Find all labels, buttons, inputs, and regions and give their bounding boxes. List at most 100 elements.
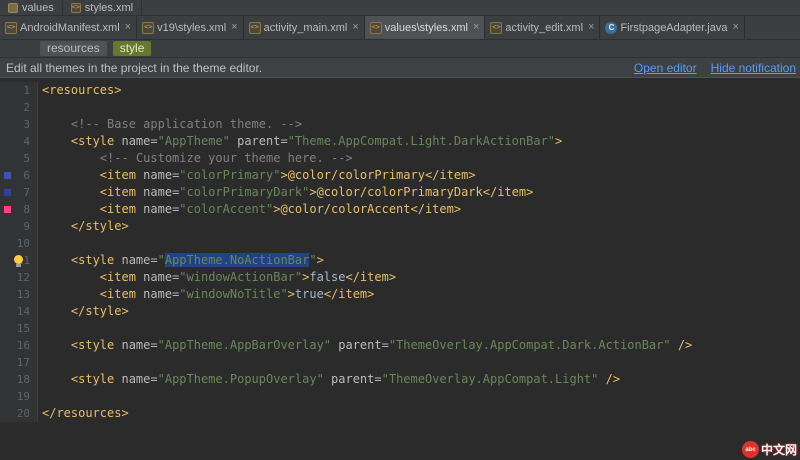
- gutter-cell: 5: [0, 150, 38, 167]
- code-text[interactable]: [38, 320, 42, 337]
- code-line: 17: [0, 354, 800, 371]
- gutter-cell: 6: [0, 167, 38, 184]
- editor-tab[interactable]: <>activity_main.xml ×: [244, 16, 365, 39]
- gutter-cell: 10: [0, 235, 38, 252]
- code-text[interactable]: <!-- Base application theme. -->: [38, 116, 302, 133]
- editor-tab[interactable]: <>v19\styles.xml×: [137, 16, 244, 39]
- code-text[interactable]: </resources>: [38, 405, 129, 422]
- tab-close-icon[interactable]: ×: [473, 22, 479, 33]
- code-text[interactable]: <style name="AppTheme.AppBarOverlay" par…: [38, 337, 692, 354]
- xml-file-icon: <>: [490, 22, 502, 34]
- tab-close-icon[interactable]: ×: [352, 22, 358, 33]
- gutter-cell: 7: [0, 184, 38, 201]
- code-line: 9 </style>: [0, 218, 800, 235]
- gutter-cell: 13: [0, 286, 38, 303]
- intention-bulb-icon[interactable]: [14, 255, 23, 264]
- package-icon: [8, 3, 18, 13]
- editor-tab-bar: <>AndroidManifest.xml×<>v19\styles.xml×<…: [0, 16, 800, 40]
- code-text[interactable]: [38, 388, 42, 405]
- breadcrumb-item-styles-xml[interactable]: <> styles.xml: [63, 0, 142, 15]
- notification-actions: Open editor Hide notification: [634, 61, 796, 75]
- gutter-cell: 9: [0, 218, 38, 235]
- editor-tab[interactable]: <>activity_edit.xml ×: [485, 16, 600, 39]
- line-number: 10: [17, 237, 30, 250]
- gutter-cell: 8: [0, 201, 38, 218]
- gutter-cell: 2: [0, 99, 38, 116]
- code-text[interactable]: <!-- Customize your theme here. -->: [38, 150, 353, 167]
- code-text[interactable]: <item name="colorPrimaryDark">@color/col…: [38, 184, 533, 201]
- tab-label: activity_main.xml: [264, 22, 348, 34]
- watermark-logo: abc 中文网: [742, 441, 797, 458]
- line-number: 7: [23, 186, 30, 199]
- xml-file-icon: <>: [249, 22, 261, 34]
- code-text[interactable]: [38, 99, 42, 116]
- line-number: 13: [17, 288, 30, 301]
- color-swatch-icon[interactable]: [4, 206, 11, 213]
- code-line: 8 <item name="colorAccent">@color/colorA…: [0, 201, 800, 218]
- line-number: 6: [23, 169, 30, 182]
- tab-close-icon[interactable]: ×: [231, 22, 237, 33]
- tab-close-icon[interactable]: ×: [588, 22, 594, 33]
- line-number: 17: [17, 356, 30, 369]
- code-text[interactable]: </style>: [38, 218, 129, 235]
- breadcrumb-chip-style[interactable]: style: [113, 41, 152, 56]
- line-number: 9: [23, 220, 30, 233]
- code-line: 16 <style name="AppTheme.AppBarOverlay" …: [0, 337, 800, 354]
- tab-label: FirstpageAdapter.java: [620, 22, 727, 34]
- code-text[interactable]: <item name="colorPrimary">@color/colorPr…: [38, 167, 476, 184]
- notification-banner: Edit all themes in the project in the th…: [0, 58, 800, 78]
- gutter-cell: 11: [0, 252, 38, 269]
- gutter-cell: 12: [0, 269, 38, 286]
- editor-tab[interactable]: <>values\styles.xml×: [365, 16, 486, 39]
- gutter-cell: 15: [0, 320, 38, 337]
- line-number: 14: [17, 305, 30, 318]
- color-swatch-icon[interactable]: [4, 189, 11, 196]
- breadcrumb-item-values[interactable]: values: [0, 0, 63, 15]
- code-text[interactable]: <style name="AppTheme" parent="Theme.App…: [38, 133, 562, 150]
- breadcrumb-label: styles.xml: [85, 2, 133, 14]
- tab-close-icon[interactable]: ×: [125, 22, 131, 33]
- line-number: 16: [17, 339, 30, 352]
- color-swatch-icon[interactable]: [4, 172, 11, 179]
- hide-notification-link[interactable]: Hide notification: [711, 61, 796, 75]
- code-text[interactable]: <item name="colorAccent">@color/colorAcc…: [38, 201, 461, 218]
- code-line: 15: [0, 320, 800, 337]
- editor-tab[interactable]: CFirstpageAdapter.java×: [600, 16, 744, 39]
- tab-label: values\styles.xml: [385, 22, 468, 34]
- line-number: 12: [17, 271, 30, 284]
- line-number: 5: [23, 152, 30, 165]
- breadcrumb-chip-resources[interactable]: resources: [40, 41, 107, 56]
- gutter-cell: 1: [0, 82, 38, 99]
- code-line: 4 <style name="AppTheme" parent="Theme.A…: [0, 133, 800, 150]
- code-text[interactable]: <item name="windowActionBar">false</item…: [38, 269, 396, 286]
- code-line: 3 <!-- Base application theme. -->: [0, 116, 800, 133]
- code-line: 11 <style name="AppTheme.NoActionBar">: [0, 252, 800, 269]
- xml-file-icon: <>: [71, 3, 81, 13]
- code-text[interactable]: <style name="AppTheme.NoActionBar">: [38, 252, 324, 269]
- navigation-bar: values <> styles.xml: [0, 0, 800, 16]
- editor-tab[interactable]: <>AndroidManifest.xml×: [0, 16, 137, 39]
- editor-content[interactable]: 1<resources> 2 3 <!-- Base application the…: [0, 78, 800, 460]
- gutter-cell: 16: [0, 337, 38, 354]
- line-number: 18: [17, 373, 30, 386]
- code-line: 18 <style name="AppTheme.PopupOverlay" p…: [0, 371, 800, 388]
- tab-label: activity_edit.xml: [505, 22, 583, 34]
- code-text[interactable]: </style>: [38, 303, 129, 320]
- code-line: 1<resources>: [0, 82, 800, 99]
- code-text[interactable]: <item name="windowNoTitle">true</item>: [38, 286, 374, 303]
- code-line: 2: [0, 99, 800, 116]
- code-text[interactable]: [38, 235, 42, 252]
- code-text[interactable]: [38, 354, 42, 371]
- tab-label: v19\styles.xml: [157, 22, 226, 34]
- line-number: 19: [17, 390, 30, 403]
- code-text[interactable]: <style name="AppTheme.PopupOverlay" pare…: [38, 371, 620, 388]
- open-editor-link[interactable]: Open editor: [634, 61, 697, 75]
- watermark-text: 中文网: [761, 441, 797, 458]
- notification-message: Edit all themes in the project in the th…: [6, 61, 634, 75]
- code-line: 19: [0, 388, 800, 405]
- line-number: 4: [23, 135, 30, 148]
- tab-close-icon[interactable]: ×: [732, 22, 738, 33]
- line-number: 2: [23, 101, 30, 114]
- code-text[interactable]: <resources>: [38, 82, 121, 99]
- watermark-badge-icon: abc: [742, 441, 759, 458]
